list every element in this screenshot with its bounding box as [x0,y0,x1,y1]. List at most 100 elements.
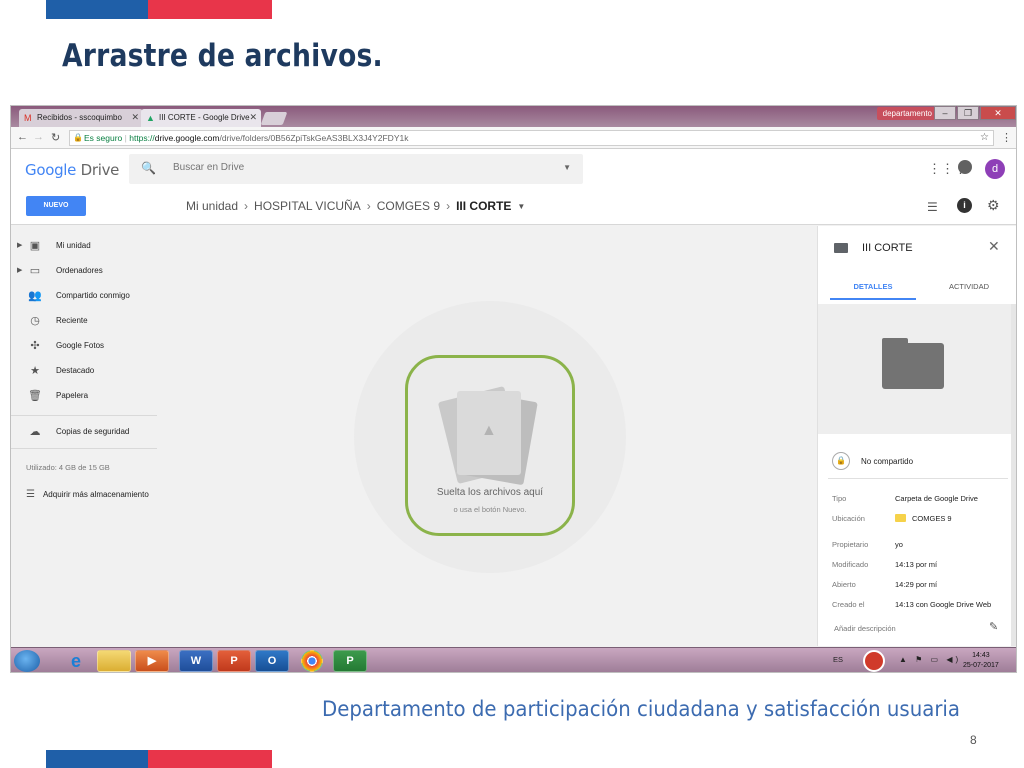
ie-icon[interactable]: e [59,650,93,672]
reload-icon[interactable]: ↻ [51,131,60,144]
chrome-icon[interactable] [301,650,323,672]
notifications-icon[interactable] [958,160,972,174]
gmail-icon: M [24,113,32,123]
meta-value: COMGES 9 [912,514,952,523]
photos-icon: ✣ [30,340,40,352]
sidebar-item-starred[interactable]: ★ Destacado [11,361,171,381]
back-icon[interactable]: ← [17,131,28,143]
explorer-icon[interactable] [97,650,131,672]
sidebar-item-label: Papelera [56,391,89,400]
sidebar-divider [11,448,157,449]
sidebar-item-my-drive[interactable]: ▶ ▣ Mi unidad [11,236,171,256]
powerpoint-icon[interactable]: P [217,650,251,672]
slide-top-bar-red [148,0,272,19]
meta-value: 14:29 por mí [895,580,938,589]
meta-key: Tipo [832,494,847,503]
breadcrumb-current[interactable]: III CORTE [456,199,511,213]
list-icon: ☰ [26,489,35,500]
tab-drive[interactable]: ▲ III CORTE - Google Drive ✕ [141,109,261,127]
meta-key: Ubicación [832,514,865,523]
pencil-icon[interactable]: ✎ [989,620,998,633]
meta-key: Propietario [832,540,869,549]
forward-icon[interactable]: → [33,131,44,143]
clock[interactable]: 14:43 25-07-2017 [963,651,999,671]
close-window-icon[interactable]: ✕ [980,106,1016,120]
drive-toolbar: NUEVO Mi unidad › HOSPITAL VICUÑA › COMG… [11,189,1016,225]
sidebar-item-backups[interactable]: ☁ Copias de seguridad [11,422,171,442]
expand-arrow-icon[interactable]: ▶ [17,266,22,274]
word-icon[interactable]: W [179,650,213,672]
my-drive-icon: ▣ [29,240,41,252]
search-box[interactable]: 🔍 ▼ [129,154,583,184]
sidebar-item-recent[interactable]: ◷ Reciente [11,311,171,331]
sidebar-item-photos[interactable]: ✣ Google Fotos [11,336,171,356]
computers-icon: ▭ [29,265,41,277]
slide-bottom-bar-blue [46,750,148,768]
gear-icon[interactable]: ⚙ [987,197,1000,214]
buy-storage-link[interactable]: ☰ Adquirir más almacenamiento [26,489,149,500]
folder-preview-icon [882,343,944,389]
project-icon[interactable]: P [333,650,367,672]
meta-row-location: Ubicación COMGES 9 [832,514,1016,528]
maximize-icon[interactable]: ❐ [957,106,979,120]
profile-chip[interactable]: departamento [876,107,938,120]
list-view-icon[interactable]: ☰ [927,200,938,214]
cloud-icon: ☁ [29,426,41,438]
secure-label: Es seguro [84,133,123,143]
avatar[interactable]: d [985,159,1005,179]
sidebar-item-label: Ordenadores [56,266,103,275]
new-tab-button[interactable] [260,112,288,125]
url-prefix: https:// [129,133,155,143]
start-button[interactable] [14,650,40,672]
sidebar-item-label: Reciente [56,316,88,325]
lock-icon: 🔒 [73,133,83,142]
outlook-icon[interactable]: O [255,650,289,672]
system-tray-icons[interactable]: ▲ ⚑ ▭ ◀) [899,655,961,664]
browser-menu-icon[interactable]: ⋮ [1001,131,1012,144]
buy-storage-label: Adquirir más almacenamiento [42,490,149,499]
windows-taskbar: e ▶ W P O P ES ▲ ⚑ ▭ ◀) 14:43 25-07-2017 [11,647,1016,672]
sidebar-item-trash[interactable]: 🗑 Papelera [11,386,171,406]
tab-details[interactable]: DETALLES [830,274,916,300]
search-input[interactable] [173,162,533,173]
meta-row-created: Creado el 14:13 con Google Drive Web [832,600,1016,614]
search-icon[interactable]: 🔍 [141,161,156,175]
breadcrumb-item[interactable]: HOSPITAL VICUÑA [254,199,361,213]
breadcrumb-item[interactable]: COMGES 9 [377,199,440,213]
meta-key: Modificado [832,560,869,569]
chevron-right-icon: › [366,199,371,213]
sidebar-item-label: Destacado [56,366,95,375]
drive-screenshot: M Recibidos - sscoquimbo ✕ ▲ III CORTE -… [10,105,1017,673]
language-indicator[interactable]: ES [833,655,843,664]
minimize-icon[interactable]: – [934,106,956,120]
tab-gmail[interactable]: M Recibidos - sscoquimbo ✕ [19,109,143,127]
tray-app-icon[interactable] [863,650,885,672]
chevron-down-icon[interactable]: ▼ [517,202,525,211]
close-tab-icon[interactable]: ✕ [249,112,257,123]
folder-icon [834,243,848,253]
breadcrumb-item[interactable]: Mi unidad [186,199,238,213]
close-tab-icon[interactable]: ✕ [131,112,139,123]
search-options-icon[interactable]: ▼ [563,163,571,172]
browser-tab-strip: M Recibidos - sscoquimbo ✕ ▲ III CORTE -… [11,106,1016,127]
url-input[interactable]: 🔒 Es seguro | https://drive.google.com/d… [69,130,994,146]
close-icon[interactable]: ✕ [988,238,1000,255]
new-button[interactable]: NUEVO [26,196,86,216]
tab-activity[interactable]: ACTIVIDAD [926,274,1012,300]
expand-arrow-icon[interactable]: ▶ [17,241,22,249]
google-drive-logo[interactable]: Google Drive [25,161,119,179]
location-chip[interactable]: COMGES 9 [895,514,952,523]
shared-icon: 👥 [28,290,42,302]
meta-row-modified: Modificado 14:13 por mí [832,560,1016,574]
tab-label: Recibidos - sscoquimbo [37,113,122,122]
meta-value: yo [895,540,903,549]
media-player-icon[interactable]: ▶ [135,650,169,672]
bookmark-star-icon[interactable]: ☆ [980,131,989,145]
meta-row-opened: Abierto 14:29 por mí [832,580,1016,594]
clock-date: 25-07-2017 [963,662,999,669]
add-description-field[interactable]: Añadir descripción [834,624,896,633]
info-icon[interactable]: i [957,198,972,213]
sidebar-item-computers[interactable]: ▶ ▭ Ordenadores [11,261,171,281]
details-scrollbar[interactable] [1011,304,1016,646]
sidebar-item-shared[interactable]: 👥 Compartido conmigo [11,286,171,306]
